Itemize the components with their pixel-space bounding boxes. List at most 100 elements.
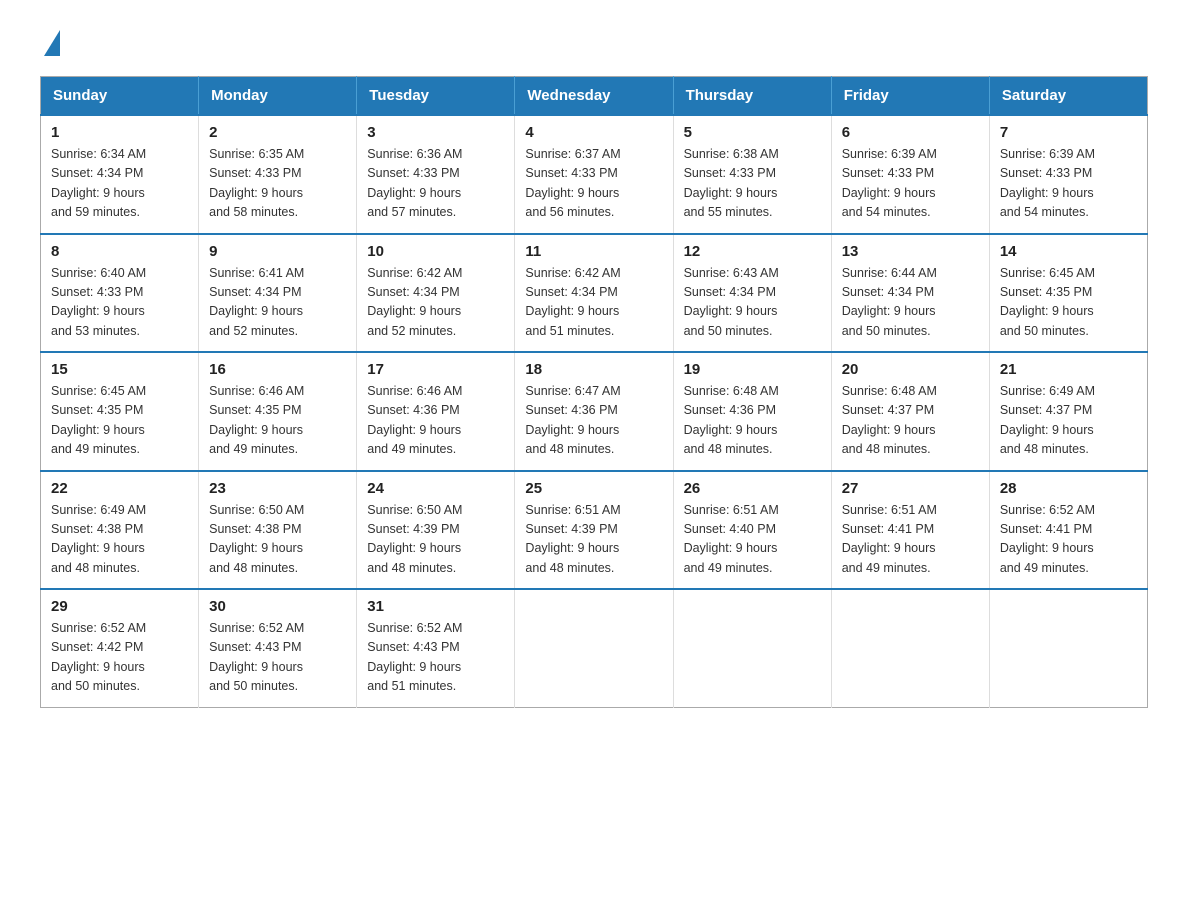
day-number: 26 [684,480,821,497]
day-info: Sunrise: 6:51 AMSunset: 4:40 PMDaylight:… [684,501,821,579]
day-number: 8 [51,243,188,260]
calendar-cell: 1 Sunrise: 6:34 AMSunset: 4:34 PMDayligh… [41,115,199,234]
day-info: Sunrise: 6:43 AMSunset: 4:34 PMDaylight:… [684,264,821,342]
day-number: 17 [367,361,504,378]
day-number: 18 [525,361,662,378]
calendar-cell: 22 Sunrise: 6:49 AMSunset: 4:38 PMDaylig… [41,471,199,590]
day-info: Sunrise: 6:39 AMSunset: 4:33 PMDaylight:… [842,145,979,223]
day-info: Sunrise: 6:49 AMSunset: 4:37 PMDaylight:… [1000,382,1137,460]
day-number: 11 [525,243,662,260]
day-number: 12 [684,243,821,260]
day-info: Sunrise: 6:52 AMSunset: 4:43 PMDaylight:… [209,619,346,697]
page-header [40,30,1148,56]
calendar-cell: 11 Sunrise: 6:42 AMSunset: 4:34 PMDaylig… [515,234,673,353]
weekday-header-saturday: Saturday [989,77,1147,116]
calendar-cell: 5 Sunrise: 6:38 AMSunset: 4:33 PMDayligh… [673,115,831,234]
weekday-header-sunday: Sunday [41,77,199,116]
calendar-cell: 23 Sunrise: 6:50 AMSunset: 4:38 PMDaylig… [199,471,357,590]
weekday-header-friday: Friday [831,77,989,116]
day-number: 16 [209,361,346,378]
calendar-week-row: 1 Sunrise: 6:34 AMSunset: 4:34 PMDayligh… [41,115,1148,234]
calendar-cell [515,589,673,707]
calendar-cell: 17 Sunrise: 6:46 AMSunset: 4:36 PMDaylig… [357,352,515,471]
day-info: Sunrise: 6:45 AMSunset: 4:35 PMDaylight:… [1000,264,1137,342]
day-info: Sunrise: 6:44 AMSunset: 4:34 PMDaylight:… [842,264,979,342]
day-info: Sunrise: 6:41 AMSunset: 4:34 PMDaylight:… [209,264,346,342]
day-info: Sunrise: 6:51 AMSunset: 4:39 PMDaylight:… [525,501,662,579]
day-number: 25 [525,480,662,497]
day-number: 14 [1000,243,1137,260]
day-info: Sunrise: 6:50 AMSunset: 4:39 PMDaylight:… [367,501,504,579]
day-number: 20 [842,361,979,378]
weekday-header-thursday: Thursday [673,77,831,116]
calendar-cell: 10 Sunrise: 6:42 AMSunset: 4:34 PMDaylig… [357,234,515,353]
calendar-cell: 14 Sunrise: 6:45 AMSunset: 4:35 PMDaylig… [989,234,1147,353]
day-info: Sunrise: 6:47 AMSunset: 4:36 PMDaylight:… [525,382,662,460]
day-number: 29 [51,598,188,615]
day-info: Sunrise: 6:45 AMSunset: 4:35 PMDaylight:… [51,382,188,460]
calendar-cell: 8 Sunrise: 6:40 AMSunset: 4:33 PMDayligh… [41,234,199,353]
calendar-cell: 24 Sunrise: 6:50 AMSunset: 4:39 PMDaylig… [357,471,515,590]
day-number: 1 [51,124,188,141]
calendar-cell: 20 Sunrise: 6:48 AMSunset: 4:37 PMDaylig… [831,352,989,471]
weekday-header-monday: Monday [199,77,357,116]
calendar-cell: 7 Sunrise: 6:39 AMSunset: 4:33 PMDayligh… [989,115,1147,234]
day-info: Sunrise: 6:42 AMSunset: 4:34 PMDaylight:… [525,264,662,342]
calendar-cell: 9 Sunrise: 6:41 AMSunset: 4:34 PMDayligh… [199,234,357,353]
day-info: Sunrise: 6:46 AMSunset: 4:36 PMDaylight:… [367,382,504,460]
day-number: 10 [367,243,504,260]
day-number: 13 [842,243,979,260]
calendar-cell: 2 Sunrise: 6:35 AMSunset: 4:33 PMDayligh… [199,115,357,234]
calendar-cell: 15 Sunrise: 6:45 AMSunset: 4:35 PMDaylig… [41,352,199,471]
calendar-cell: 3 Sunrise: 6:36 AMSunset: 4:33 PMDayligh… [357,115,515,234]
weekday-header-row: SundayMondayTuesdayWednesdayThursdayFrid… [41,77,1148,116]
day-number: 24 [367,480,504,497]
calendar-cell [831,589,989,707]
calendar-cell: 25 Sunrise: 6:51 AMSunset: 4:39 PMDaylig… [515,471,673,590]
calendar-cell: 13 Sunrise: 6:44 AMSunset: 4:34 PMDaylig… [831,234,989,353]
day-info: Sunrise: 6:49 AMSunset: 4:38 PMDaylight:… [51,501,188,579]
day-number: 5 [684,124,821,141]
day-number: 30 [209,598,346,615]
day-number: 9 [209,243,346,260]
day-number: 22 [51,480,188,497]
day-number: 27 [842,480,979,497]
calendar-week-row: 8 Sunrise: 6:40 AMSunset: 4:33 PMDayligh… [41,234,1148,353]
calendar-cell [989,589,1147,707]
day-info: Sunrise: 6:36 AMSunset: 4:33 PMDaylight:… [367,145,504,223]
calendar-cell: 30 Sunrise: 6:52 AMSunset: 4:43 PMDaylig… [199,589,357,707]
logo [40,30,60,56]
day-number: 3 [367,124,504,141]
day-info: Sunrise: 6:37 AMSunset: 4:33 PMDaylight:… [525,145,662,223]
calendar-cell: 4 Sunrise: 6:37 AMSunset: 4:33 PMDayligh… [515,115,673,234]
day-info: Sunrise: 6:40 AMSunset: 4:33 PMDaylight:… [51,264,188,342]
day-info: Sunrise: 6:48 AMSunset: 4:36 PMDaylight:… [684,382,821,460]
day-number: 4 [525,124,662,141]
day-number: 31 [367,598,504,615]
day-info: Sunrise: 6:46 AMSunset: 4:35 PMDaylight:… [209,382,346,460]
day-number: 23 [209,480,346,497]
calendar-table: SundayMondayTuesdayWednesdayThursdayFrid… [40,76,1148,708]
day-number: 19 [684,361,821,378]
calendar-cell: 21 Sunrise: 6:49 AMSunset: 4:37 PMDaylig… [989,352,1147,471]
day-number: 15 [51,361,188,378]
calendar-cell: 6 Sunrise: 6:39 AMSunset: 4:33 PMDayligh… [831,115,989,234]
calendar-week-row: 29 Sunrise: 6:52 AMSunset: 4:42 PMDaylig… [41,589,1148,707]
day-info: Sunrise: 6:38 AMSunset: 4:33 PMDaylight:… [684,145,821,223]
weekday-header-wednesday: Wednesday [515,77,673,116]
day-info: Sunrise: 6:48 AMSunset: 4:37 PMDaylight:… [842,382,979,460]
calendar-cell: 31 Sunrise: 6:52 AMSunset: 4:43 PMDaylig… [357,589,515,707]
day-info: Sunrise: 6:39 AMSunset: 4:33 PMDaylight:… [1000,145,1137,223]
day-number: 21 [1000,361,1137,378]
day-number: 7 [1000,124,1137,141]
day-info: Sunrise: 6:42 AMSunset: 4:34 PMDaylight:… [367,264,504,342]
day-info: Sunrise: 6:35 AMSunset: 4:33 PMDaylight:… [209,145,346,223]
calendar-cell: 28 Sunrise: 6:52 AMSunset: 4:41 PMDaylig… [989,471,1147,590]
weekday-header-tuesday: Tuesday [357,77,515,116]
day-number: 6 [842,124,979,141]
calendar-cell: 29 Sunrise: 6:52 AMSunset: 4:42 PMDaylig… [41,589,199,707]
calendar-week-row: 15 Sunrise: 6:45 AMSunset: 4:35 PMDaylig… [41,352,1148,471]
day-info: Sunrise: 6:34 AMSunset: 4:34 PMDaylight:… [51,145,188,223]
calendar-cell: 12 Sunrise: 6:43 AMSunset: 4:34 PMDaylig… [673,234,831,353]
calendar-cell: 26 Sunrise: 6:51 AMSunset: 4:40 PMDaylig… [673,471,831,590]
